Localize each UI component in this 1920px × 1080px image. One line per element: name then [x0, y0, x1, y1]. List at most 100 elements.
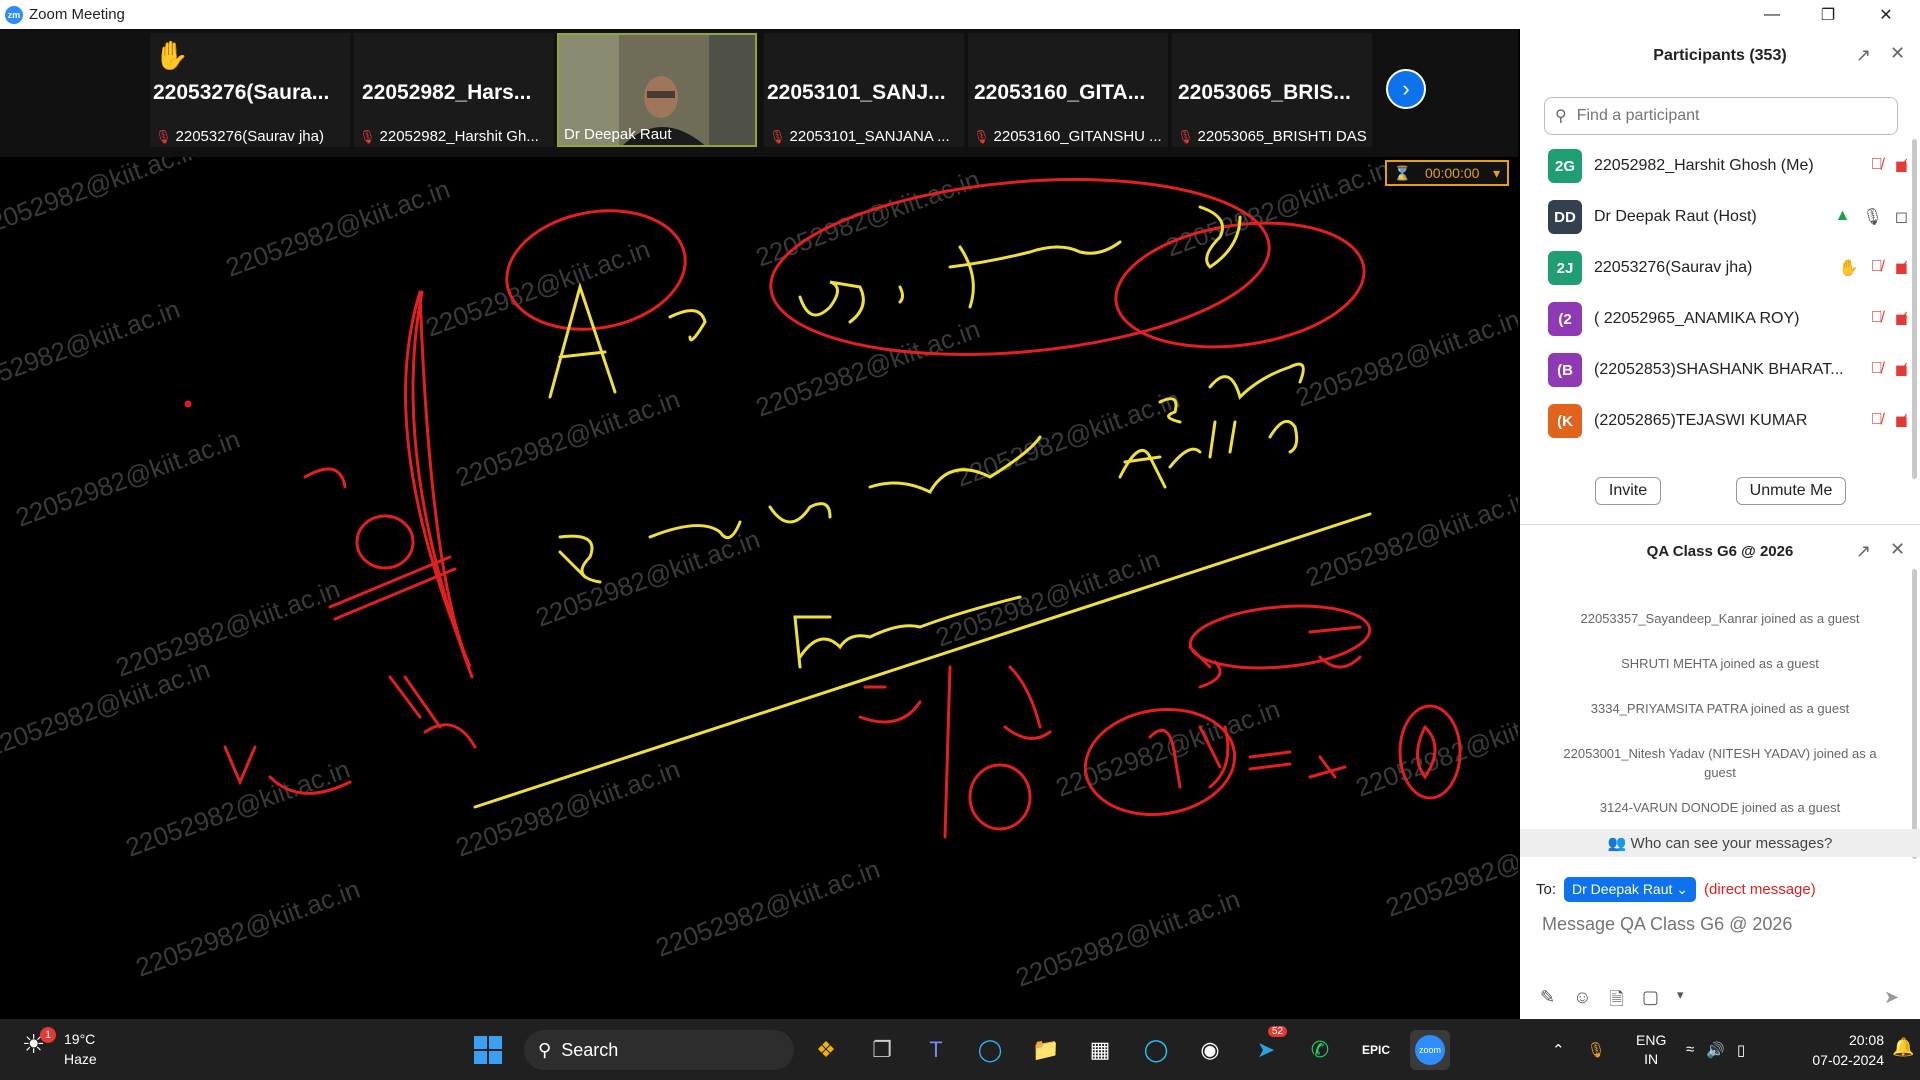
- close-icon[interactable]: ✕: [1890, 539, 1905, 560]
- chat-system-message: 3124-VARUN DONODE joined as a guest: [1599, 800, 1841, 815]
- chevron-down-icon[interactable]: ▾: [1677, 987, 1684, 1017]
- epic-games-icon[interactable]: EPIC: [1356, 1030, 1396, 1070]
- next-page-button[interactable]: ›: [1386, 69, 1426, 109]
- participant-row[interactable]: DD Dr Deepak Raut (Host) ▲ 🎙 ◻: [1548, 197, 1908, 237]
- system-tray: ⌃ 🎙: [1552, 1019, 1606, 1080]
- file-explorer-icon[interactable]: 📁: [1026, 1030, 1066, 1070]
- start-icon[interactable]: [468, 1030, 508, 1070]
- task-view-icon[interactable]: ❐: [862, 1030, 902, 1070]
- format-icon[interactable]: ✎: [1540, 987, 1555, 1017]
- participant-row[interactable]: 2G 22052982_Harshit Ghosh (Me) 🎙̸ ◼̸: [1548, 146, 1908, 186]
- taskbar-search[interactable]: ⚲ Search: [524, 1030, 794, 1070]
- mic-muted-icon: 🎙̸: [1870, 360, 1883, 377]
- whatsapp-icon[interactable]: ✆: [1300, 1030, 1340, 1070]
- video-tile[interactable]: ✋ 22053276(Saura... 🎙 22053276(Saurav jha…: [150, 33, 350, 147]
- emoji-icon[interactable]: ☺: [1573, 987, 1591, 1017]
- chevron-down-icon: ⌄: [1676, 881, 1689, 897]
- recipient-dropdown[interactable]: Dr Deepak Raut ⌄: [1564, 877, 1697, 902]
- video-tile[interactable]: 22053160_GITA... 🎙 22053160_GITANSHU ...: [968, 33, 1168, 147]
- meeting-timer[interactable]: ⌛ 00:00:00 ▾: [1385, 160, 1509, 186]
- screenshot-icon[interactable]: ▢: [1642, 987, 1659, 1017]
- zoom-taskbar-icon[interactable]: zoom: [1410, 1030, 1450, 1070]
- telegram-badge: 52: [1268, 1026, 1288, 1037]
- avatar: DD: [1548, 200, 1582, 234]
- watermark-text: 22052982@kiit.ac.in: [452, 384, 684, 493]
- mic-icon[interactable]: 🎙: [1587, 1041, 1606, 1059]
- tile-name-label: 🎙 22052982_Harshit Gh...: [359, 128, 539, 145]
- participants-scrollbar[interactable]: [1912, 139, 1917, 479]
- unmute-me-button[interactable]: Unmute Me: [1736, 477, 1846, 505]
- watermark-text: 22052982@kiit.ac.in: [1162, 157, 1394, 263]
- notification-bell-icon[interactable]: 🔔: [1892, 1037, 1914, 1058]
- copilot-icon[interactable]: ❖: [806, 1030, 846, 1070]
- participant-row[interactable]: 2J 22053276(Saurav jha) ✋ 🎙̸ ◼̸: [1548, 248, 1908, 288]
- participant-row[interactable]: (B (22052853)SHASHANK BHARAT... 🎙̸ ◼̸: [1548, 350, 1908, 390]
- participant-name: (22052865)TEJASWI KUMAR: [1594, 412, 1808, 429]
- edge-icon[interactable]: ◯: [970, 1030, 1010, 1070]
- chat-scrollbar[interactable]: [1912, 569, 1917, 859]
- to-label: To:: [1536, 881, 1557, 898]
- battery-icon: ▯: [1736, 1041, 1746, 1059]
- watermark-text: 22052982@kiit.ac.in: [0, 157, 204, 243]
- video-tile[interactable]: 22053065_BRIS... 🎙 22053065_BRISHTI DAS: [1172, 33, 1372, 147]
- tile-name-large: 22053276(Saura...: [153, 81, 330, 104]
- invite-button[interactable]: Invite: [1595, 477, 1661, 505]
- tile-name-label: 🎙 22053101_SANJANA ...: [769, 128, 950, 145]
- minimize-button[interactable]: —: [1744, 0, 1800, 29]
- send-icon[interactable]: ➤: [1884, 987, 1899, 1008]
- github-icon[interactable]: ◉: [1190, 1030, 1230, 1070]
- raised-hand-icon: ✋: [1838, 260, 1859, 277]
- restore-button[interactable]: ❐: [1800, 0, 1856, 29]
- mic-muted-icon: 🎙̸: [1870, 156, 1883, 173]
- teams-icon[interactable]: T: [916, 1030, 956, 1070]
- participant-name: 22053276(Saurav jha): [1594, 259, 1753, 276]
- participant-search[interactable]: ⚲: [1544, 97, 1898, 135]
- mic-muted-icon: 🎙: [1177, 128, 1194, 144]
- recipient-row: To: Dr Deepak Raut ⌄ (direct message): [1536, 877, 1816, 902]
- chat-system-message: 22053357_Sayandeep_Kanrar joined as a gu…: [1580, 611, 1860, 626]
- search-icon: ⚲: [1555, 108, 1567, 125]
- side-panel: Participants (353) ↗ ✕ ⚲ 2G 22052982_Har…: [1520, 29, 1920, 1019]
- video-tile-host[interactable]: Dr Deepak Raut: [557, 33, 757, 147]
- raised-hand-icon: ✋: [154, 40, 189, 71]
- tile-name-large: 22053065_BRIS...: [1178, 81, 1351, 104]
- chevron-down-icon: ▾: [1493, 164, 1501, 181]
- avatar: (2: [1548, 302, 1582, 336]
- avatar: (B: [1548, 353, 1582, 387]
- cortana-icon[interactable]: ◯: [1136, 1030, 1176, 1070]
- video-tile[interactable]: 22053101_SANJ... 🎙 22053101_SANJANA ...: [764, 33, 964, 147]
- store-icon[interactable]: ▦: [1080, 1030, 1120, 1070]
- video-tile[interactable]: 22052982_Hars... 🎙 22052982_Harshit Gh...: [354, 33, 554, 147]
- participant-search-input[interactable]: [1574, 106, 1879, 126]
- mic-muted-icon: 🎙: [769, 128, 786, 144]
- close-window-button[interactable]: ✕: [1858, 0, 1914, 29]
- weather-badge: 1: [40, 1027, 56, 1043]
- chat-message-input[interactable]: [1540, 913, 1904, 936]
- chevron-up-icon[interactable]: ⌃: [1552, 1041, 1565, 1059]
- close-icon[interactable]: ✕: [1890, 43, 1905, 64]
- popout-icon[interactable]: ↗: [1856, 541, 1871, 562]
- share-screen-icon: ▲: [1834, 207, 1851, 224]
- tile-name-label: 🎙 22053160_GITANSHU ...: [973, 128, 1162, 145]
- watermark-text: 22052982@kiit.ac.in: [0, 654, 214, 763]
- weather-temp[interactable]: 19°C: [64, 1031, 95, 1047]
- who-can-see-link[interactable]: 👥 Who can see your messages?: [1520, 834, 1920, 852]
- watermark-text: 22052982@kiit.ac.in: [132, 874, 364, 983]
- participant-row[interactable]: (2 ( 22052965_ANAMIKA ROY) 🎙̸ ◼̸: [1548, 299, 1908, 339]
- chat-system-message: 22053001_Nitesh Yadav (NITESH YADAV) joi…: [1563, 746, 1877, 780]
- title-bar: zm Zoom Meeting — ❐ ✕: [0, 0, 1920, 29]
- clock[interactable]: 20:08 07-02-2024: [1810, 1019, 1884, 1080]
- file-icon[interactable]: 🗎: [1609, 987, 1623, 1017]
- people-icon: 👥: [1607, 835, 1627, 852]
- weather-desc[interactable]: Haze: [64, 1051, 97, 1067]
- chat-toolbar: ✎ ☺ 🗎 ▢ ▾: [1540, 987, 1684, 1017]
- video-off-icon: ◼̸: [1894, 260, 1908, 277]
- search-label: Search: [561, 1039, 619, 1060]
- popout-icon[interactable]: ↗: [1856, 45, 1871, 66]
- whiteboard-drawing: 22052982@kiit.ac.in 22052982@kiit.ac.in 22…: [0, 157, 1518, 993]
- mic-muted-icon: 🎙: [973, 128, 990, 144]
- quick-settings[interactable]: ≈ 🔊 ▯: [1686, 1019, 1745, 1080]
- language-indicator[interactable]: ENG IN: [1636, 1019, 1666, 1080]
- participant-row[interactable]: (K (22052865)TEJASWI KUMAR 🎙̸ ◼̸: [1548, 401, 1908, 441]
- tile-name-large: 22053160_GITA...: [974, 81, 1146, 104]
